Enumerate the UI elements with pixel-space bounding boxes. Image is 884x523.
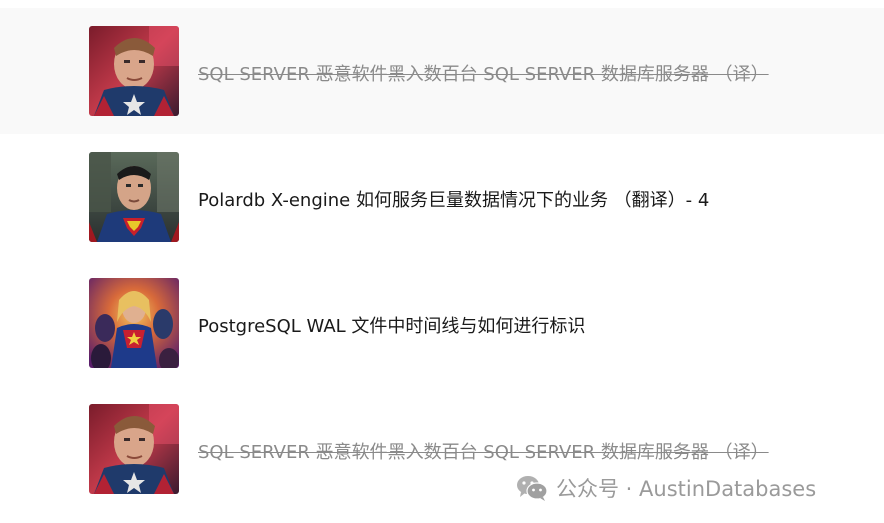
article-title[interactable]: Polardb X-engine 如何服务巨量数据情况下的业务 （翻译）- 4 [198,186,709,212]
watermark-text: 公众号 · AustinDatabases [556,477,817,501]
captain-america-image [89,26,179,116]
list-item[interactable]: Polardb X-engine 如何服务巨量数据情况下的业务 （翻译）- 4 [0,134,884,260]
article-title[interactable]: SQL SERVER 恶意软件黑入数百台 SQL SERVER 数据库服务器 （… [198,60,769,86]
captain-america-thumbnail[interactable] [89,26,179,116]
list-item[interactable]: SQL SERVER 恶意软件黑入数百台 SQL SERVER 数据库服务器 （… [0,8,884,134]
captain-america-image [89,404,179,494]
article-list: SQL SERVER 恶意软件黑入数百台 SQL SERVER 数据库服务器 （… [0,0,884,523]
watermark: 公众号 · AustinDatabases [516,473,816,503]
wechat-icon [517,476,548,501]
captain-marvel-thumbnail[interactable] [89,278,179,368]
superman-thumbnail[interactable] [89,152,179,242]
captain-america-thumbnail[interactable] [89,404,179,494]
article-title[interactable]: SQL SERVER 恶意软件黑入数百台 SQL SERVER 数据库服务器 （… [198,438,769,464]
superman-image [89,152,179,242]
captain-marvel-image [89,278,179,368]
article-title[interactable]: PostgreSQL WAL 文件中时间线与如何进行标识 [198,312,585,338]
list-item[interactable]: PostgreSQL WAL 文件中时间线与如何进行标识 [0,260,884,386]
